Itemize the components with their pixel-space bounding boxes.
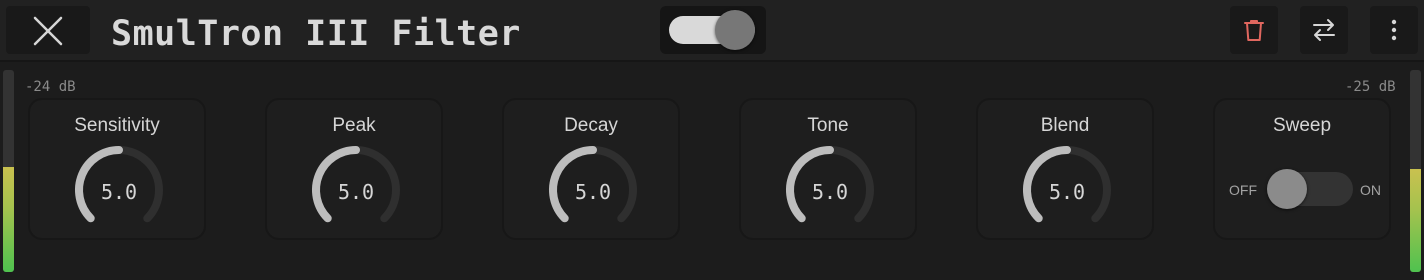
control-panel-blend: Blend 5.0 (976, 98, 1154, 240)
control-panel-peak: Peak 5.0 (265, 98, 443, 240)
sweep-toggle[interactable] (1267, 169, 1353, 209)
control-value: 5.0 (100, 180, 138, 204)
menu-button[interactable] (1370, 6, 1418, 54)
control-value: 5.0 (337, 180, 375, 204)
control-value: 5.0 (811, 180, 849, 204)
control-value: 5.0 (1048, 180, 1086, 204)
input-level-label: -24 dB (25, 79, 76, 95)
sweep-label: Sweep (1272, 115, 1332, 136)
control-label: Blend (1040, 115, 1090, 136)
control-panel-sensitivity: Sensitivity 5.0 (28, 98, 206, 240)
control-panel-sweep: Sweep OFF ON (1213, 98, 1391, 240)
plugin-title: SmulTron III Filter (111, 14, 521, 54)
plugin-window: SmulTron III Filter -24 dB -25 dB Sensit… (0, 0, 1424, 280)
delete-button[interactable] (1230, 6, 1278, 54)
output-level-meter (1410, 70, 1421, 272)
close-button[interactable] (6, 6, 90, 54)
control-label: Sensitivity (74, 115, 160, 136)
input-level-meter (3, 70, 14, 272)
header-bar: SmulTron III Filter (0, 0, 1424, 62)
power-toggle-knob[interactable] (715, 10, 755, 50)
control-label: Decay (564, 115, 618, 136)
swap-button[interactable] (1300, 6, 1348, 54)
control-panel-decay: Decay 5.0 (502, 98, 680, 240)
sweep-toggle-knob[interactable] (1267, 169, 1307, 209)
sweep-off-label: OFF (1229, 182, 1257, 198)
control-label: Tone (807, 115, 849, 136)
sweep-on-label: ON (1360, 182, 1381, 198)
input-level-fill (3, 166, 14, 272)
control-panel-tone: Tone 5.0 (739, 98, 917, 240)
control-label: Peak (332, 115, 376, 136)
output-level-label: -25 dB (1345, 79, 1396, 95)
more-vertical-icon (1391, 19, 1397, 41)
output-level-fill (1410, 168, 1421, 272)
power-toggle[interactable] (660, 6, 766, 54)
control-value: 5.0 (574, 180, 612, 204)
close-icon (33, 16, 63, 46)
swap-arrows-icon (1313, 19, 1335, 41)
trash-icon (1244, 20, 1264, 41)
